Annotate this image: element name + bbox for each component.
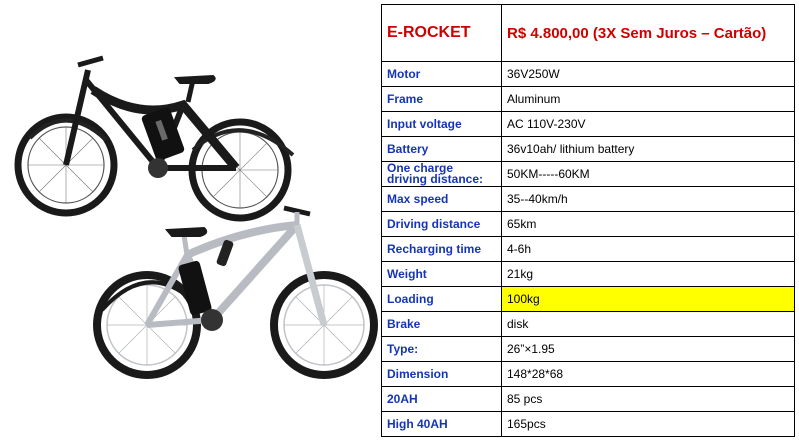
spec-row: Motor 36V250W: [381, 61, 795, 87]
spec-row: Max speed 35--40km/h: [381, 186, 795, 212]
product-name: E-ROCKET: [381, 4, 502, 62]
spec-row: Dimension 148*28*68: [381, 361, 795, 387]
spec-row: 20AH 85 pcs: [381, 386, 795, 412]
spec-row: Battery 36v10ah/ lithium battery: [381, 136, 795, 162]
table-header-row: E-ROCKET R$ 4.800,00 (3X Sem Juros – Car…: [381, 4, 795, 62]
spec-row: Input voltage AC 110V-230V: [381, 111, 795, 137]
spec-label: Brake: [381, 311, 502, 337]
spec-value: 4-6h: [501, 236, 795, 262]
spec-value: 50KM-----60KM: [501, 161, 795, 187]
spec-label: Dimension: [381, 361, 502, 387]
spec-label: Max speed: [381, 186, 502, 212]
spec-label: Type:: [381, 336, 502, 362]
spec-value: 100kg: [501, 286, 795, 312]
spec-label: Loading: [381, 286, 502, 312]
spec-row: Driving distance 65km: [381, 211, 795, 237]
spec-label: 20AH: [381, 386, 502, 412]
spec-label: Motor: [381, 61, 502, 87]
spec-value: 148*28*68: [501, 361, 795, 387]
spec-row: Recharging time 4-6h: [381, 236, 795, 262]
spec-row: Loading 100kg: [381, 286, 795, 312]
spec-value: 85 pcs: [501, 386, 795, 412]
spec-row: Brake disk: [381, 311, 795, 337]
spec-label: High 40AH: [381, 411, 502, 437]
spec-label: Battery: [381, 136, 502, 162]
spec-row: High 40AH 165pcs: [381, 411, 795, 437]
spec-value: 36V250W: [501, 61, 795, 87]
spec-value: Aluminum: [501, 86, 795, 112]
silver-electric-bike-image: [93, 205, 378, 379]
spec-label: One charge driving distance:: [381, 161, 502, 187]
spec-table: E-ROCKET R$ 4.800,00 (3X Sem Juros – Car…: [381, 4, 795, 437]
spec-value: 36v10ah/ lithium battery: [501, 136, 795, 162]
spec-label: Frame: [381, 86, 502, 112]
spec-row: One charge driving distance: 50KM-----60K…: [381, 161, 795, 187]
spec-value: 26”×1.95: [501, 336, 795, 362]
black-electric-bike-image: [14, 55, 295, 222]
spec-label: Input voltage: [381, 111, 502, 137]
spec-label: Recharging time: [381, 236, 502, 262]
spec-value: 35--40km/h: [501, 186, 795, 212]
spec-row: Weight 21kg: [381, 261, 795, 287]
spec-value: AC 110V-230V: [501, 111, 795, 137]
spec-value: 65km: [501, 211, 795, 237]
product-price: R$ 4.800,00 (3X Sem Juros – Cartão): [501, 4, 795, 62]
spec-label: Weight: [381, 261, 502, 287]
spec-label: Driving distance: [381, 211, 502, 237]
spec-row: Frame Aluminum: [381, 86, 795, 112]
spec-row: Type: 26”×1.95: [381, 336, 795, 362]
spec-value: 165pcs: [501, 411, 795, 437]
spec-value: 21kg: [501, 261, 795, 287]
spec-value: disk: [501, 311, 795, 337]
